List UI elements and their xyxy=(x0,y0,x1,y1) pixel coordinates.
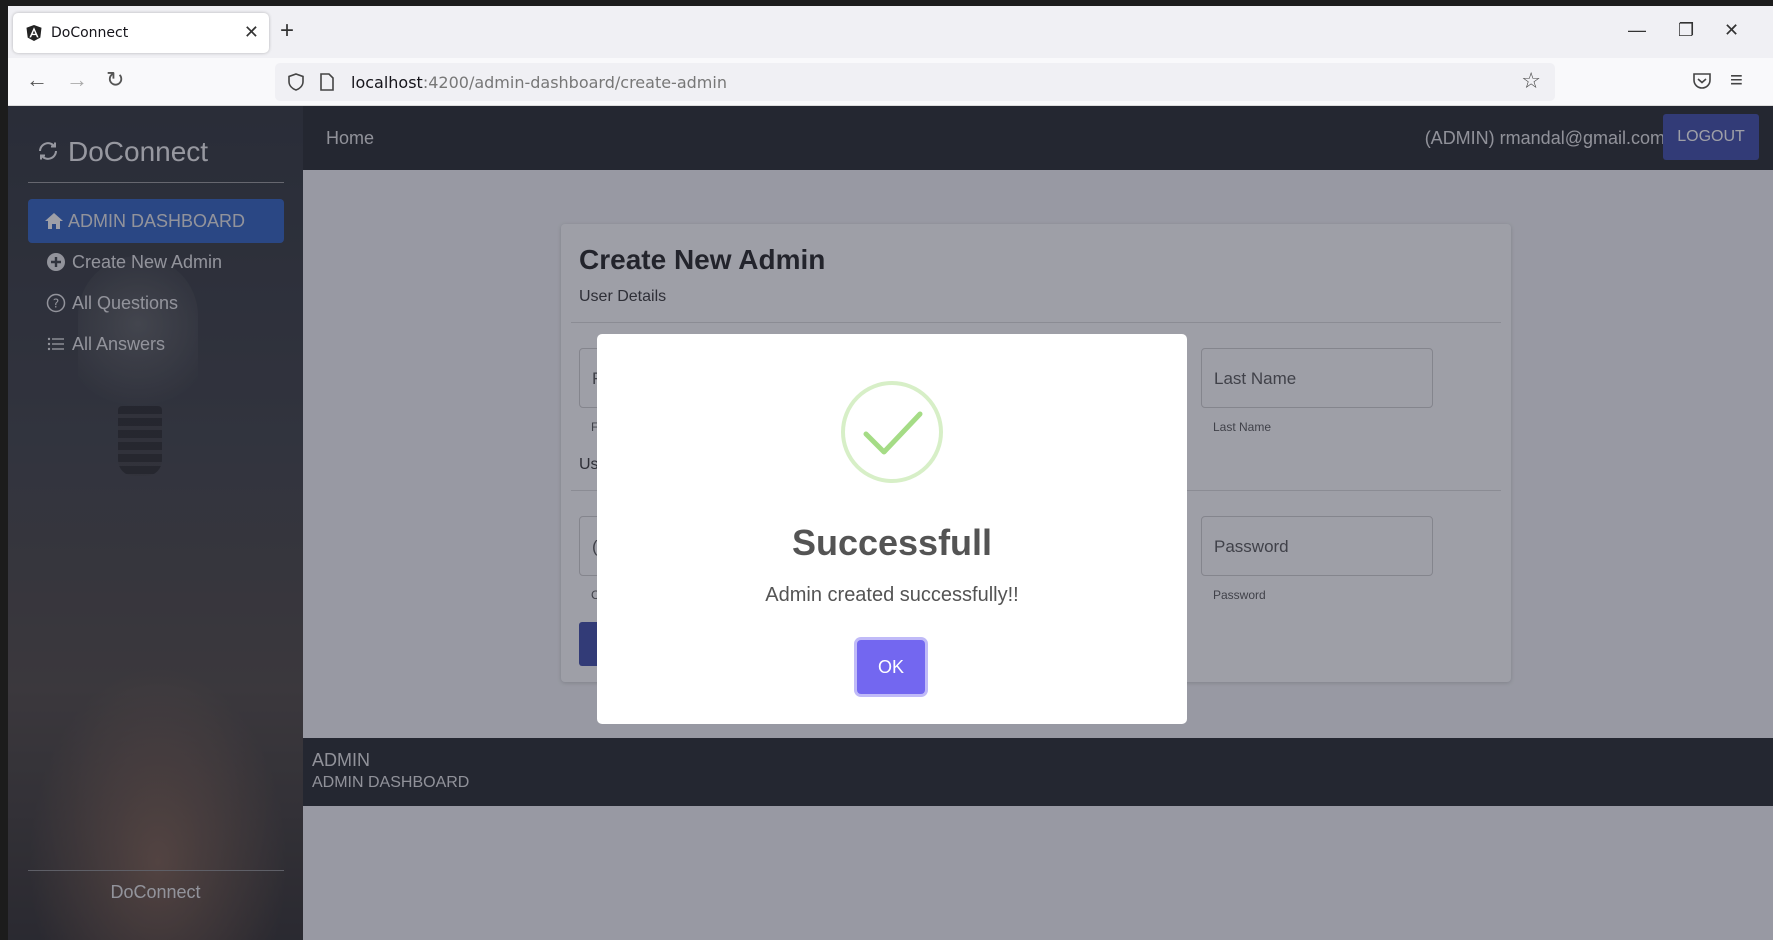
dialog-title: Successfull xyxy=(791,522,993,563)
url-bar[interactable]: localhost:4200/admin-dashboard/create-ad… xyxy=(275,63,1555,101)
back-icon[interactable]: ← xyxy=(26,68,48,92)
browser-nav-bar: ← → ↻ localhost:4200/admin-dashboard/cre… xyxy=(8,58,1773,106)
shield-icon xyxy=(288,73,304,91)
tab-close-icon[interactable]: ✕ xyxy=(244,22,259,42)
tab-title: DoConnect xyxy=(51,25,129,41)
app-root: DoConnect ADMIN DASHBOARD Create New Adm… xyxy=(8,106,1773,940)
hamburger-menu-icon[interactable]: ≡ xyxy=(1730,68,1743,92)
reload-icon[interactable]: ↻ xyxy=(106,68,124,92)
success-dialog: Successfull Admin created successfully!!… xyxy=(597,334,1187,724)
dialog-message: Admin created successfully!! xyxy=(765,584,1019,606)
url-text: localhost:4200/admin-dashboard/create-ad… xyxy=(351,73,727,92)
angular-icon xyxy=(26,25,42,41)
browser-tab-bar: DoConnect ✕ + — ❐ ✕ xyxy=(8,6,1773,58)
pocket-icon[interactable] xyxy=(1691,70,1713,92)
close-window-icon[interactable]: ✕ xyxy=(1724,20,1739,40)
forward-icon[interactable]: → xyxy=(66,68,88,92)
bookmark-star-icon[interactable]: ☆ xyxy=(1521,69,1541,93)
browser-tab[interactable]: DoConnect ✕ xyxy=(13,13,269,53)
new-tab-icon[interactable]: + xyxy=(280,18,294,44)
window-left-border xyxy=(0,0,8,940)
minimize-icon[interactable]: — xyxy=(1628,20,1646,40)
page-icon xyxy=(320,73,334,91)
success-check-icon xyxy=(841,381,943,483)
restore-icon[interactable]: ❐ xyxy=(1678,20,1694,40)
ok-button[interactable]: OK xyxy=(857,640,925,694)
